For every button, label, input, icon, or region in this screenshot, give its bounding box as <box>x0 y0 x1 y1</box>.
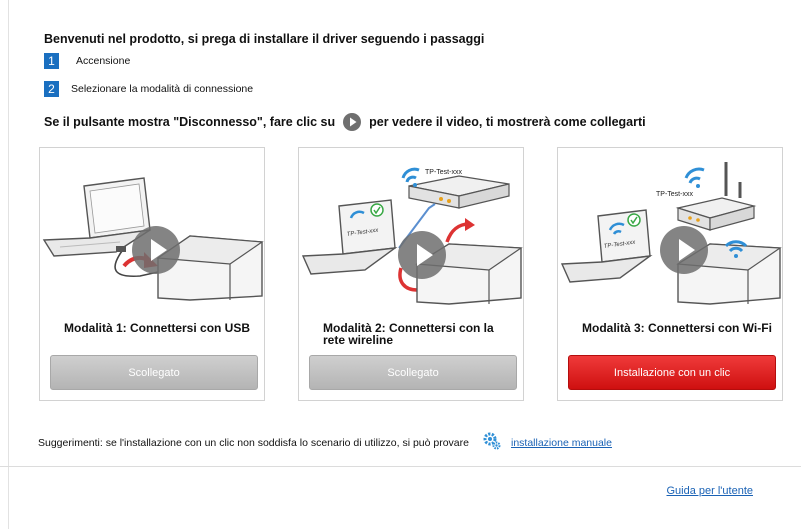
step-number: 1 <box>44 53 59 69</box>
window-left-border <box>8 0 9 529</box>
mode-label: Modalità 3: Connettersi con Wi-Fi <box>582 321 772 335</box>
divider <box>0 466 801 467</box>
suggestion-bar: Suggerimenti: se l'installazione con un … <box>38 432 612 453</box>
step-number: 2 <box>44 81 59 97</box>
video-hint: Se il pulsante mostra "Disconnesso", far… <box>44 113 646 131</box>
play-icon <box>343 113 362 131</box>
mode-card-wireline[interactable]: TP-Test-xxx TP-Test-xxx Modalità 2: Conn… <box>298 147 524 401</box>
router-ssid-label: TP-Test-xxx <box>656 191 693 198</box>
mode-status-button[interactable]: Scollegato <box>309 355 517 390</box>
step-label: Accensione <box>76 55 131 67</box>
router-ssid-label: TP-Test-xxx <box>425 169 462 176</box>
suggestion-text: Suggerimenti: se l'installazione con un … <box>38 436 469 449</box>
hint-text-before: Se il pulsante mostra "Disconnesso", far… <box>44 115 336 129</box>
play-video-button[interactable] <box>132 226 180 274</box>
one-click-install-button[interactable]: Installazione con un clic <box>568 355 776 390</box>
play-video-button[interactable] <box>660 226 708 274</box>
mode-label: Modalità 1: Connettersi con USB <box>64 321 251 335</box>
step-1: 1 Accensione <box>44 52 130 70</box>
wireline-connection-illustration: TP-Test-xxx TP-Test-xxx <box>301 167 523 305</box>
manual-install-link[interactable]: installazione manuale <box>511 437 612 449</box>
mode-card-usb[interactable]: Modalità 1: Connettersi con USB Scollega… <box>39 147 265 401</box>
mode-status-button[interactable]: Scollegato <box>50 355 258 390</box>
step-label: Selezionare la modalità di connessione <box>71 83 254 95</box>
mode-card-wifi[interactable]: TP-Test-xxx TP-Test-xxx Modalità 3: Conn… <box>557 147 783 401</box>
welcome-title: Benvenuti nel prodotto, si prega di inst… <box>44 32 485 46</box>
mode-label: Modalità 2: Connettersi con la rete wire… <box>323 321 494 347</box>
play-video-button[interactable] <box>398 231 446 279</box>
user-guide-link[interactable]: Guida per l'utente <box>667 485 754 497</box>
hint-text-after: per vedere il video, ti mostrerà come co… <box>369 115 646 129</box>
gear-icon <box>483 432 501 453</box>
step-2: 2 Selezionare la modalità di connessione <box>44 80 253 98</box>
